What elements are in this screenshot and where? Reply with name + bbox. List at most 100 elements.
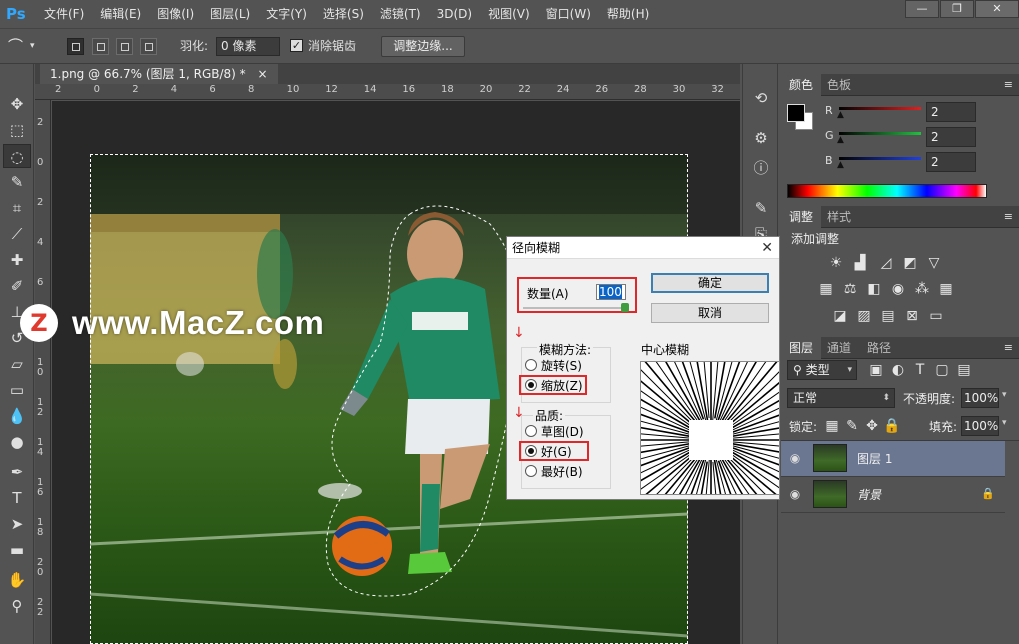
menu-window[interactable]: 窗口(W): [538, 0, 599, 28]
tool-presets-icon[interactable]: ⚙: [751, 128, 771, 148]
g-channel-slider[interactable]: [839, 132, 921, 135]
menu-3d[interactable]: 3D(D): [429, 0, 480, 28]
quality-good-radio[interactable]: [525, 445, 537, 457]
zoom-tool-icon[interactable]: ⚲: [3, 594, 31, 618]
close-window-button[interactable]: ✕: [975, 0, 1019, 18]
filter-shape-icon[interactable]: ▢: [933, 361, 951, 379]
document-tab[interactable]: 1.png @ 66.7% (图层 1, RGB/8) * ×: [40, 64, 278, 84]
quality-draft-radio[interactable]: [525, 425, 537, 437]
method-spin-label[interactable]: 旋转(S): [541, 357, 582, 374]
cancel-button[interactable]: 取消: [651, 303, 769, 323]
quality-draft-label[interactable]: 草图(D): [541, 423, 584, 440]
menu-view[interactable]: 视图(V): [480, 0, 538, 28]
posterize-icon[interactable]: ▨: [855, 307, 873, 325]
lasso-tool-icon[interactable]: ◌: [3, 144, 31, 168]
hue-saturation-icon[interactable]: ▦: [817, 280, 835, 298]
quality-good-label[interactable]: 好(G): [541, 443, 572, 460]
b-slider-thumb[interactable]: ▲: [837, 160, 844, 170]
intersect-selection-button[interactable]: [140, 38, 157, 55]
new-selection-button[interactable]: [67, 38, 84, 55]
g-channel-value[interactable]: 2: [926, 127, 976, 147]
menu-help[interactable]: 帮助(H): [599, 0, 657, 28]
ok-button[interactable]: 确定: [651, 273, 769, 293]
lock-all-icon[interactable]: 🔒: [883, 417, 901, 435]
filter-pixel-icon[interactable]: ▣: [867, 361, 885, 379]
color-lookup-icon[interactable]: ▦: [937, 280, 955, 298]
quality-best-radio[interactable]: [525, 465, 537, 477]
levels-icon[interactable]: ▟: [851, 254, 869, 272]
restore-button[interactable]: ❐: [940, 0, 974, 18]
selective-color-icon[interactable]: ⊠: [903, 307, 921, 325]
gradient-map-icon[interactable]: ▭: [927, 307, 945, 325]
adjustments-panel-menu-icon[interactable]: ≡: [1004, 206, 1013, 228]
brush-presets-icon[interactable]: ✎: [751, 198, 771, 218]
subtract-selection-button[interactable]: [116, 38, 133, 55]
brush-tool-icon[interactable]: ✐: [3, 274, 31, 298]
layer-row-layer1[interactable]: ◉ 图层 1: [781, 441, 1005, 477]
r-slider-thumb[interactable]: ▲: [837, 110, 844, 120]
g-slider-thumb[interactable]: ▲: [837, 135, 844, 145]
menu-image[interactable]: 图像(I): [149, 0, 202, 28]
brightness-icon[interactable]: ☀: [827, 254, 845, 272]
quick-select-tool-icon[interactable]: ✎: [3, 170, 31, 194]
visibility-eye-icon[interactable]: ◉: [787, 451, 803, 465]
info-icon[interactable]: ⓘ: [751, 158, 771, 178]
fill-input[interactable]: 100%: [961, 416, 999, 436]
menu-type[interactable]: 文字(Y): [258, 0, 315, 28]
tab-channels[interactable]: 通道: [819, 337, 859, 359]
filter-type-icon[interactable]: T: [911, 361, 929, 379]
tab-paths[interactable]: 路径: [859, 337, 899, 359]
method-zoom-label[interactable]: 缩放(Z): [541, 377, 583, 394]
antialias-checkbox[interactable]: ✓: [290, 39, 303, 52]
dodge-tool-icon[interactable]: ●: [3, 430, 31, 454]
opacity-chevron-icon[interactable]: ▾: [1002, 390, 1007, 400]
r-channel-slider[interactable]: [839, 107, 921, 110]
blur-center-preview[interactable]: [640, 361, 780, 495]
pen-tool-icon[interactable]: ✒: [3, 460, 31, 484]
eraser-tool-icon[interactable]: ▱: [3, 352, 31, 376]
filter-adjustment-icon[interactable]: ◐: [889, 361, 907, 379]
refine-edge-button[interactable]: 调整边缘...: [381, 36, 465, 57]
opacity-input[interactable]: 100%: [961, 388, 999, 408]
visibility-eye-icon[interactable]: ◉: [787, 487, 803, 501]
close-tab-icon[interactable]: ×: [258, 67, 268, 81]
healing-tool-icon[interactable]: ✚: [3, 248, 31, 272]
lock-transparent-icon[interactable]: ▦: [823, 417, 841, 435]
b-channel-value[interactable]: 2: [926, 152, 976, 172]
tab-adjustments[interactable]: 调整: [781, 206, 822, 228]
r-channel-value[interactable]: 2: [926, 102, 976, 122]
tab-layers[interactable]: 图层: [781, 337, 822, 359]
blur-tool-icon[interactable]: 💧: [3, 404, 31, 428]
add-selection-button[interactable]: [92, 38, 109, 55]
tab-styles[interactable]: 样式: [819, 206, 859, 228]
lasso-icon[interactable]: ⌒: [8, 29, 23, 63]
exposure-icon[interactable]: ◩: [901, 254, 919, 272]
color-panel-menu-icon[interactable]: ≡: [1004, 74, 1013, 96]
gradient-tool-icon[interactable]: ▭: [3, 378, 31, 402]
invert-icon[interactable]: ◪: [831, 307, 849, 325]
method-zoom-radio[interactable]: [525, 379, 537, 391]
black-white-icon[interactable]: ◧: [865, 280, 883, 298]
menu-select[interactable]: 选择(S): [315, 0, 372, 28]
amount-slider-track[interactable]: [523, 307, 629, 309]
feather-input[interactable]: 0 像素: [216, 37, 280, 56]
filter-smart-object-icon[interactable]: ▤: [955, 361, 973, 379]
history-icon[interactable]: ⟲: [751, 88, 771, 108]
menu-file[interactable]: 文件(F): [36, 0, 92, 28]
curves-icon[interactable]: ◿: [877, 254, 895, 272]
tab-color[interactable]: 颜色: [781, 74, 822, 96]
photo-filter-icon[interactable]: ◉: [889, 280, 907, 298]
menu-edit[interactable]: 编辑(E): [92, 0, 149, 28]
vibrance-icon[interactable]: ▽: [925, 254, 943, 272]
type-tool-icon[interactable]: T: [3, 486, 31, 510]
lock-position-icon[interactable]: ✥: [863, 417, 881, 435]
marquee-tool-icon[interactable]: ⬚: [3, 118, 31, 142]
layers-panel-menu-icon[interactable]: ≡: [1004, 337, 1013, 359]
amount-slider-thumb[interactable]: [621, 303, 629, 312]
eyedropper-tool-icon[interactable]: ⟋: [3, 222, 31, 246]
color-balance-icon[interactable]: ⚖: [841, 280, 859, 298]
tab-swatches[interactable]: 色板: [819, 74, 859, 96]
layer-filter-dropdown[interactable]: ⚲ 类型 ▾: [787, 360, 857, 380]
lock-pixels-icon[interactable]: ✎: [843, 417, 861, 435]
threshold-icon[interactable]: ▤: [879, 307, 897, 325]
